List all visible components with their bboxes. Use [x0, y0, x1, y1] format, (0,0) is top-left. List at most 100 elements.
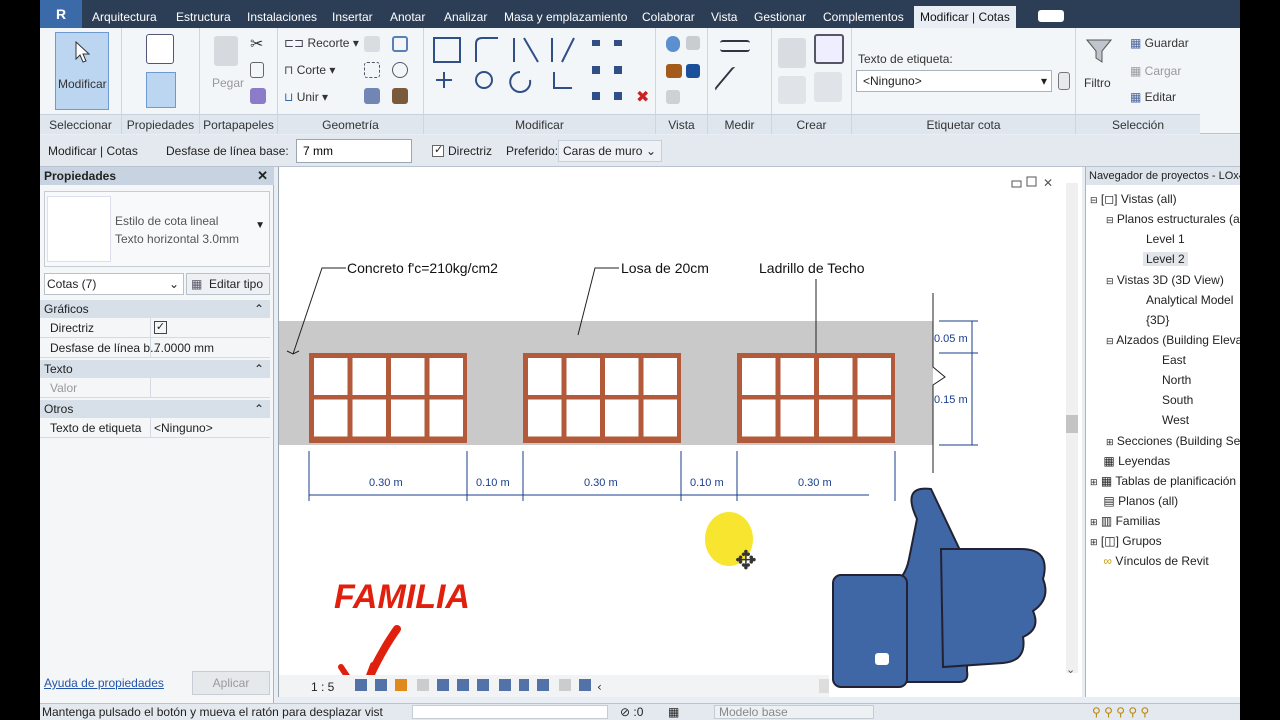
section-text[interactable]: Texto ⌃ — [40, 360, 270, 378]
tab-estructura[interactable]: Estructura — [176, 6, 231, 28]
demolish-icon[interactable] — [364, 62, 380, 78]
tree-legends[interactable]: ⊞ ▦ Leyendas — [1090, 454, 1170, 468]
paint-icon[interactable] — [392, 62, 408, 78]
bulb-icon[interactable] — [666, 36, 680, 52]
dimension-icon[interactable] — [713, 65, 757, 109]
properties-toggle-icon[interactable] — [146, 72, 176, 108]
type-properties-icon[interactable] — [146, 34, 174, 64]
wall-joins-2-icon[interactable] — [364, 88, 380, 104]
tab-instalaciones[interactable]: Instalaciones — [247, 6, 317, 28]
apply-button[interactable]: Aplicar — [192, 671, 270, 695]
preferred-select[interactable]: Caras de muro ⌄ — [558, 140, 662, 162]
collapse-tree-icon[interactable]: ⊟ — [1090, 195, 1098, 205]
hammer-icon[interactable] — [392, 88, 408, 104]
leader-checkbox[interactable]: ✓ — [432, 144, 444, 157]
tree-structural-plans[interactable]: ⊟ Planos estructurales (all) — [1106, 212, 1240, 226]
modify-button[interactable]: Modificar — [55, 32, 109, 110]
type-selector[interactable]: Estilo de cota lineal Texto horizontal 3… — [44, 191, 270, 267]
tree-sections[interactable]: ⊞ Secciones (Building Section) — [1106, 434, 1240, 448]
thin-lines-icon[interactable] — [666, 90, 680, 104]
tab-masa[interactable]: Masa y emplazamiento — [504, 6, 627, 28]
expand-tree-icon[interactable]: ⊞ — [1090, 517, 1098, 527]
tree-east[interactable]: East — [1162, 353, 1186, 367]
label-text-dropdown[interactable]: <Ninguno> ▾ — [856, 70, 1052, 92]
tab-vista[interactable]: Vista — [711, 6, 737, 28]
edit-type-button[interactable]: ▦ Editar tipo — [186, 273, 270, 295]
linework-icon[interactable] — [686, 64, 700, 78]
options-bar: Modificar | Cotas Desfase de línea base:… — [40, 135, 1240, 167]
tab-insertar[interactable]: Insertar — [332, 6, 373, 28]
status-filter-icons[interactable]: ⚲ ⚲ ⚲ ⚲ ⚲ — [1092, 704, 1149, 720]
tree-3d-views[interactable]: ⊟ Vistas 3D (3D View) — [1106, 273, 1224, 287]
tree-families[interactable]: ⊞ ▥ Familias — [1090, 514, 1160, 528]
save-selection-button[interactable]: ▦ Guardar — [1130, 36, 1189, 50]
instance-filter-select[interactable]: Cotas (7) ⌄ — [44, 273, 184, 295]
copy-icon[interactable] — [250, 62, 264, 78]
application-menu-button[interactable]: R — [40, 0, 82, 28]
expand-tree-icon[interactable]: ⊞ — [1090, 537, 1098, 547]
close-icon[interactable]: ✕ — [257, 167, 268, 185]
cut-button[interactable]: ⊏⊐ Recorte ▾ — [284, 36, 359, 50]
filter-icon[interactable] — [1086, 38, 1112, 64]
tree-revit-links[interactable]: ⊞ ∞ Vínculos de Revit — [1090, 554, 1208, 568]
collapse-tree-icon[interactable]: ⊟ — [1106, 276, 1114, 286]
design-options-icon[interactable]: ▦ — [668, 704, 679, 720]
tree-north[interactable]: North — [1162, 373, 1191, 387]
expand-tree-icon[interactable]: ⊞ — [1090, 477, 1098, 487]
match-type-icon[interactable] — [250, 88, 266, 104]
tab-colaborar[interactable]: Colaborar — [642, 6, 695, 28]
video-icon[interactable] — [1038, 10, 1064, 22]
tab-modificar-cotas[interactable]: Modificar | Cotas — [914, 6, 1016, 28]
row-offset-value[interactable]: 7.0000 mm — [150, 338, 270, 358]
section-others[interactable]: Otros ⌃ — [40, 400, 270, 418]
modify-tools-icons[interactable]: ✖ — [428, 32, 656, 112]
cope-button[interactable]: ⊓ Corte ▾ — [284, 63, 335, 77]
create-assembly-icon[interactable] — [814, 72, 842, 102]
split-face-icon[interactable] — [392, 36, 408, 52]
panel-select-title[interactable]: Seleccionar — [40, 114, 121, 134]
filter-button[interactable]: Filtro — [1084, 76, 1111, 90]
tab-arquitectura[interactable]: Arquitectura — [92, 6, 157, 28]
load-selection-button[interactable]: ▦ Cargar — [1130, 64, 1181, 78]
wall-joins-icon[interactable] — [364, 36, 380, 52]
align-icon — [433, 37, 461, 63]
tab-analizar[interactable]: Analizar — [444, 6, 487, 28]
tree-elevations[interactable]: ⊟ Alzados (Building Elevation) — [1106, 333, 1240, 347]
create-similar-icon[interactable] — [778, 38, 806, 68]
section-graphics[interactable]: Gráficos ⌃ — [40, 300, 270, 318]
tab-anotar[interactable]: Anotar — [390, 6, 425, 28]
tree-analytical-model[interactable]: Analytical Model — [1146, 293, 1233, 307]
design-option-select[interactable]: Modelo base — [714, 705, 874, 719]
collapse-tree-icon[interactable]: ⊟ — [1106, 336, 1114, 346]
label-settings-icon[interactable] — [1058, 72, 1070, 90]
tree-south[interactable]: South — [1162, 393, 1193, 407]
workset-field[interactable] — [412, 705, 608, 719]
measure-icon[interactable] — [720, 40, 750, 52]
edit-selection-button[interactable]: ▦ Editar — [1130, 90, 1176, 104]
tree-sheets[interactable]: ⊞ ▤ Planos (all) — [1090, 494, 1178, 508]
create-group-icon[interactable] — [778, 76, 806, 104]
properties-help-link[interactable]: Ayuda de propiedades — [44, 676, 164, 690]
drawing-canvas[interactable]: ✕ Concreto f'c=210kg/cm2 Losa de 20cm La… — [278, 167, 1082, 697]
tab-complementos[interactable]: Complementos — [823, 6, 904, 28]
brush-icon[interactable] — [666, 64, 682, 78]
baseline-offset-input[interactable] — [296, 139, 412, 163]
tree-level-2[interactable]: Level 2 — [1143, 252, 1188, 266]
tree-3d[interactable]: {3D} — [1146, 313, 1169, 327]
checkbox-checked-icon[interactable]: ✓ — [154, 321, 167, 334]
row-label-text-value[interactable]: <Ninguno> — [150, 418, 270, 438]
join-button[interactable]: ⊔ Unir ▾ — [284, 90, 328, 104]
tree-views-all[interactable]: ⊟ [◻] Vistas (all) — [1090, 192, 1177, 206]
scissors-icon[interactable]: ✂ — [250, 34, 263, 54]
expand-tree-icon[interactable]: ⊞ — [1106, 437, 1114, 447]
paste-button[interactable]: Pegar — [212, 76, 244, 90]
tree-groups[interactable]: ⊞ [◫] Grupos — [1090, 534, 1162, 548]
row-leader-value[interactable]: ✓ — [150, 318, 270, 338]
tree-schedules[interactable]: ⊞ ▦ Tablas de planificación — [1090, 474, 1236, 488]
create-part-icon[interactable] — [814, 34, 844, 64]
collapse-tree-icon[interactable]: ⊟ — [1106, 215, 1114, 225]
tab-gestionar[interactable]: Gestionar — [754, 6, 806, 28]
hide-icon[interactable] — [686, 36, 700, 50]
tree-level-1[interactable]: Level 1 — [1146, 232, 1185, 246]
tree-west[interactable]: West — [1162, 413, 1189, 427]
